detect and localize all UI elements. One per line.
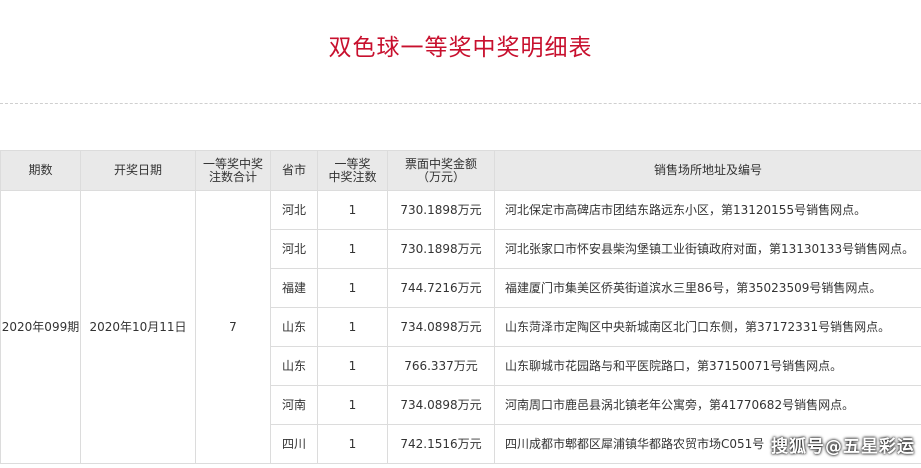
province-cell: 河南: [270, 385, 318, 425]
amount-cell: 730.1898万元: [387, 229, 495, 269]
header-province: 省市: [270, 150, 318, 191]
amount-cell: 766.337万元: [387, 346, 495, 386]
province-cell: 山东: [270, 307, 318, 347]
amount-cell: 734.0898万元: [387, 307, 495, 347]
amount-cell: 742.1516万元: [387, 424, 495, 464]
wins-cell: 1: [317, 346, 388, 386]
table-row: 2020年099期 2020年10月11日 7 河北 1 730.1898万元 …: [0, 190, 921, 464]
header-draw-date: 开奖日期: [80, 150, 196, 191]
address-cell: 福建厦门市集美区侨英街道滨水三里86号，第35023509号销售网点。: [494, 268, 921, 308]
address-cell: 山东菏泽市定陶区中央新城南区北门口东侧，第37172331号销售网点。: [494, 307, 921, 347]
amount-cell: 730.1898万元: [387, 190, 495, 230]
address-cell: 山东聊城市花园路与和平医院路口，第37150071号销售网点。: [494, 346, 921, 386]
province-cell: 山东: [270, 346, 318, 386]
header-amount: 票面中奖金额 （万元）: [387, 150, 495, 191]
table-header-row: 期数 开奖日期 一等奖中奖 注数合计 省市 一等奖 中奖注数 票面中奖金额 （万元） …: [0, 150, 921, 191]
draw-date-cell: 2020年10月11日: [80, 190, 196, 464]
header-period: 期数: [0, 150, 81, 191]
wins-cell: 1: [317, 307, 388, 347]
wins-cell: 1: [317, 424, 388, 464]
province-cell: 四川: [270, 424, 318, 464]
page-title: 双色球一等奖中奖明细表: [328, 35, 593, 61]
wins-cell: 1: [317, 385, 388, 425]
prize-detail-table: 期数 开奖日期 一等奖中奖 注数合计 省市 一等奖 中奖注数 票面中奖金额 （万元） …: [0, 150, 921, 464]
header-address: 销售场所地址及编号: [494, 150, 921, 191]
header-wins: 一等奖 中奖注数: [317, 150, 388, 191]
wins-cell: 1: [317, 229, 388, 269]
amount-cell: 734.0898万元: [387, 385, 495, 425]
wins-cell: 1: [317, 190, 388, 230]
province-cell: 福建: [270, 268, 318, 308]
address-cell: 河北张家口市怀安县柴沟堡镇工业街镇政府对面，第13130133号销售网点。: [494, 229, 921, 269]
period-cell: 2020年099期: [0, 190, 81, 464]
total-wins-cell: 7: [195, 190, 271, 464]
address-cell: 河南周口市鹿邑县涡北镇老年公寓旁，第41770682号销售网点。: [494, 385, 921, 425]
province-cell: 河北: [270, 229, 318, 269]
wins-cell: 1: [317, 268, 388, 308]
header-total-wins: 一等奖中奖 注数合计: [195, 150, 271, 191]
dashed-divider: [0, 103, 921, 104]
amount-cell: 744.7216万元: [387, 268, 495, 308]
address-cell: 河北保定市高碑店市团结东路远东小区，第13120155号销售网点。: [494, 190, 921, 230]
province-cell: 河北: [270, 190, 318, 230]
watermark: 搜狐号@五星彩运: [771, 437, 915, 457]
